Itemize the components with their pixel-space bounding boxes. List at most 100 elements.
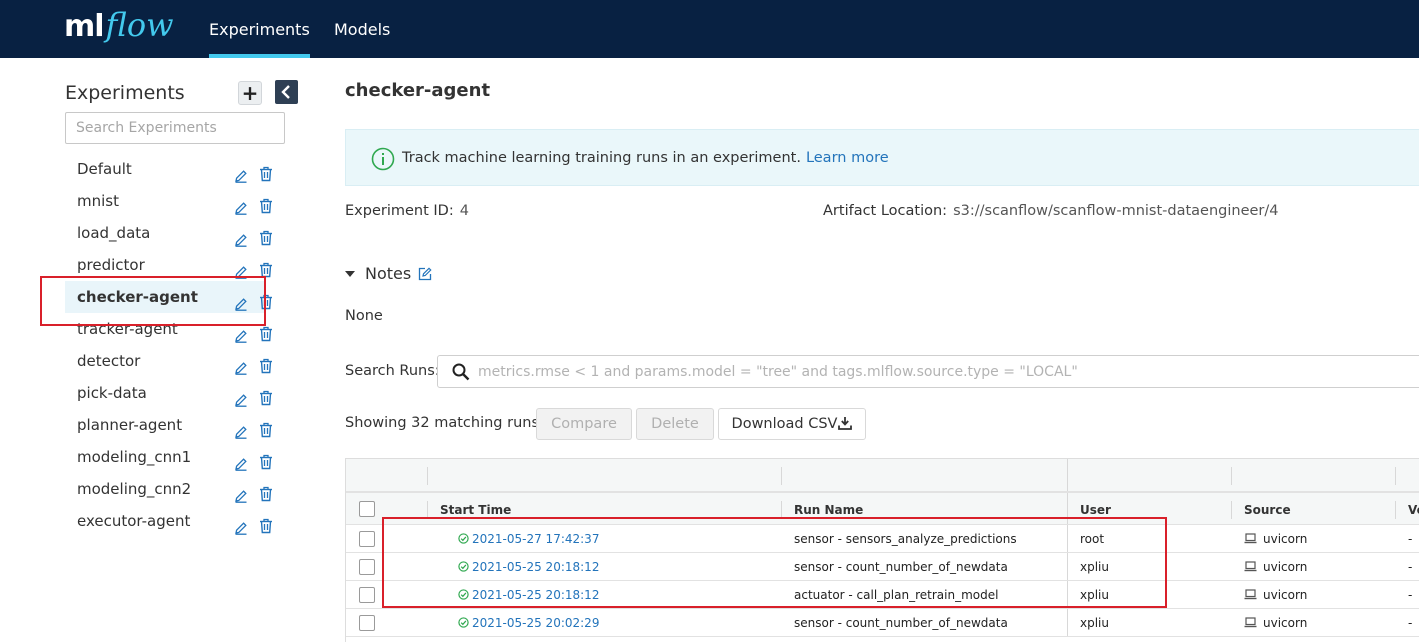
download-csv-label: Download CSV xyxy=(731,416,838,432)
version-cell: - xyxy=(1408,560,1413,574)
trash-icon[interactable] xyxy=(259,449,273,470)
version-cell: - xyxy=(1408,532,1413,546)
sidebar-item-label: mnist xyxy=(77,192,119,210)
notes-label: Notes xyxy=(365,264,412,283)
experiment-id-value: 4 xyxy=(459,203,469,219)
sidebar-item-Default[interactable]: Default xyxy=(65,153,285,185)
download-csv-button[interactable]: Download CSV xyxy=(718,408,866,440)
sidebar-item-detector[interactable]: detector xyxy=(65,345,285,377)
logo-ml-text: ml xyxy=(64,9,105,44)
search-icon xyxy=(452,363,470,381)
experiment-list: Default mnist load_data predictor checker-ag… xyxy=(65,153,285,537)
edit-icon[interactable] xyxy=(234,258,248,279)
row-checkbox[interactable] xyxy=(359,615,375,631)
source-cell: uvicorn xyxy=(1244,609,1307,636)
laptop-icon xyxy=(1244,560,1263,574)
source-text: uvicorn xyxy=(1263,560,1308,574)
edit-notes-icon[interactable] xyxy=(418,266,432,281)
learn-more-link[interactable]: Learn more xyxy=(806,150,889,166)
row-checkbox[interactable] xyxy=(359,559,375,575)
search-runs-label: Search Runs: xyxy=(345,363,440,379)
edit-icon[interactable] xyxy=(234,226,248,247)
collapse-sidebar-button[interactable] xyxy=(275,80,298,104)
laptop-icon xyxy=(1244,588,1263,602)
sidebar-item-executor-agent[interactable]: executor-agent xyxy=(65,505,285,537)
source-text: uvicorn xyxy=(1263,616,1308,630)
search-experiments-input[interactable] xyxy=(65,112,285,144)
nav-tab-models[interactable]: Models xyxy=(334,0,390,58)
caret-down-icon xyxy=(345,270,355,277)
download-icon xyxy=(838,417,853,430)
search-runs-box[interactable] xyxy=(437,355,1419,388)
banner-text: Track machine learning training runs in … xyxy=(402,150,889,166)
info-icon xyxy=(371,147,395,171)
sidebar-item-modeling-cnn1[interactable]: modeling_cnn1 xyxy=(65,441,285,473)
start-time-link[interactable]: 2021-05-25 20:02:29 xyxy=(458,609,599,636)
trash-icon[interactable] xyxy=(259,417,273,438)
sidebar-item-label: Default xyxy=(77,160,132,178)
edit-icon[interactable] xyxy=(234,514,248,535)
experiment-id-label: Experiment ID: xyxy=(345,203,454,219)
edit-icon[interactable] xyxy=(234,450,248,471)
edit-icon[interactable] xyxy=(234,194,248,215)
table-group-header xyxy=(346,459,1419,492)
sidebar-item-modeling-cnn2[interactable]: modeling_cnn2 xyxy=(65,473,285,505)
version-cell: - xyxy=(1408,588,1413,602)
success-icon xyxy=(458,616,472,630)
sidebar-item-planner-agent[interactable]: planner-agent xyxy=(65,409,285,441)
edit-icon[interactable] xyxy=(234,418,248,439)
experiment-id: Experiment ID: 4 xyxy=(345,203,469,219)
source-cell: uvicorn xyxy=(1244,581,1307,608)
run-name-cell: sensor - count_number_of_newdata xyxy=(794,616,1008,630)
search-runs-input[interactable] xyxy=(478,356,1408,387)
sidebar-item-label: pick-data xyxy=(77,384,147,402)
sidebar-item-label: executor-agent xyxy=(77,512,191,530)
chevron-left-icon xyxy=(281,85,290,99)
sidebar-item-load-data[interactable]: load_data xyxy=(65,217,285,249)
trash-icon[interactable] xyxy=(259,481,273,502)
compare-button[interactable]: Compare xyxy=(536,408,632,440)
laptop-icon xyxy=(1244,616,1263,630)
notes-value: None xyxy=(345,308,383,324)
version-cell: - xyxy=(1408,616,1413,630)
page-title: checker-agent xyxy=(345,80,491,101)
sidebar-item-label: predictor xyxy=(77,256,145,274)
highlight-box-runs xyxy=(382,517,1167,608)
table-row[interactable]: 2021-05-25 20:02:29 sensor - count_number… xyxy=(346,609,1419,637)
artifact-location-label: Artifact Location: xyxy=(823,203,948,219)
notes-toggle[interactable]: Notes xyxy=(345,264,432,283)
delete-button[interactable]: Delete xyxy=(636,408,714,440)
highlight-box-sidebar xyxy=(40,276,266,326)
edit-icon[interactable] xyxy=(234,354,248,375)
edit-icon[interactable] xyxy=(234,482,248,503)
row-checkbox[interactable] xyxy=(359,531,375,547)
column-header-source[interactable]: Source xyxy=(1231,493,1291,524)
column-header-version[interactable]: Ve xyxy=(1395,493,1419,524)
source-text: uvicorn xyxy=(1263,588,1308,602)
start-time-text: 2021-05-25 20:02:29 xyxy=(472,616,600,630)
edit-icon[interactable] xyxy=(234,162,248,183)
trash-icon[interactable] xyxy=(259,513,273,534)
trash-icon[interactable] xyxy=(259,385,273,406)
nav-tab-experiments[interactable]: Experiments xyxy=(209,0,310,58)
sidebar-item-label: planner-agent xyxy=(77,416,183,434)
add-experiment-button[interactable]: + xyxy=(238,81,262,105)
trash-icon[interactable] xyxy=(259,193,273,214)
mlflow-logo[interactable]: ml flow xyxy=(64,6,174,50)
sidebar-item-label: modeling_cnn1 xyxy=(77,448,192,466)
source-cell: uvicorn xyxy=(1244,525,1307,552)
source-cell: uvicorn xyxy=(1244,553,1307,580)
matching-runs-count: Showing 32 matching runs xyxy=(345,415,540,431)
sidebar-item-mnist[interactable]: mnist xyxy=(65,185,285,217)
trash-icon[interactable] xyxy=(259,353,273,374)
user-cell: xpliu xyxy=(1080,616,1109,630)
trash-icon[interactable] xyxy=(259,161,273,182)
row-checkbox[interactable] xyxy=(359,587,375,603)
sidebar-item-pick-data[interactable]: pick-data xyxy=(65,377,285,409)
trash-icon[interactable] xyxy=(259,225,273,246)
select-all-checkbox[interactable] xyxy=(359,501,375,517)
sidebar-item-label: detector xyxy=(77,352,141,370)
artifact-location-value: s3://scanflow/scanflow-mnist-dataenginee… xyxy=(953,203,1279,219)
edit-icon[interactable] xyxy=(234,386,248,407)
trash-icon[interactable] xyxy=(259,257,273,278)
